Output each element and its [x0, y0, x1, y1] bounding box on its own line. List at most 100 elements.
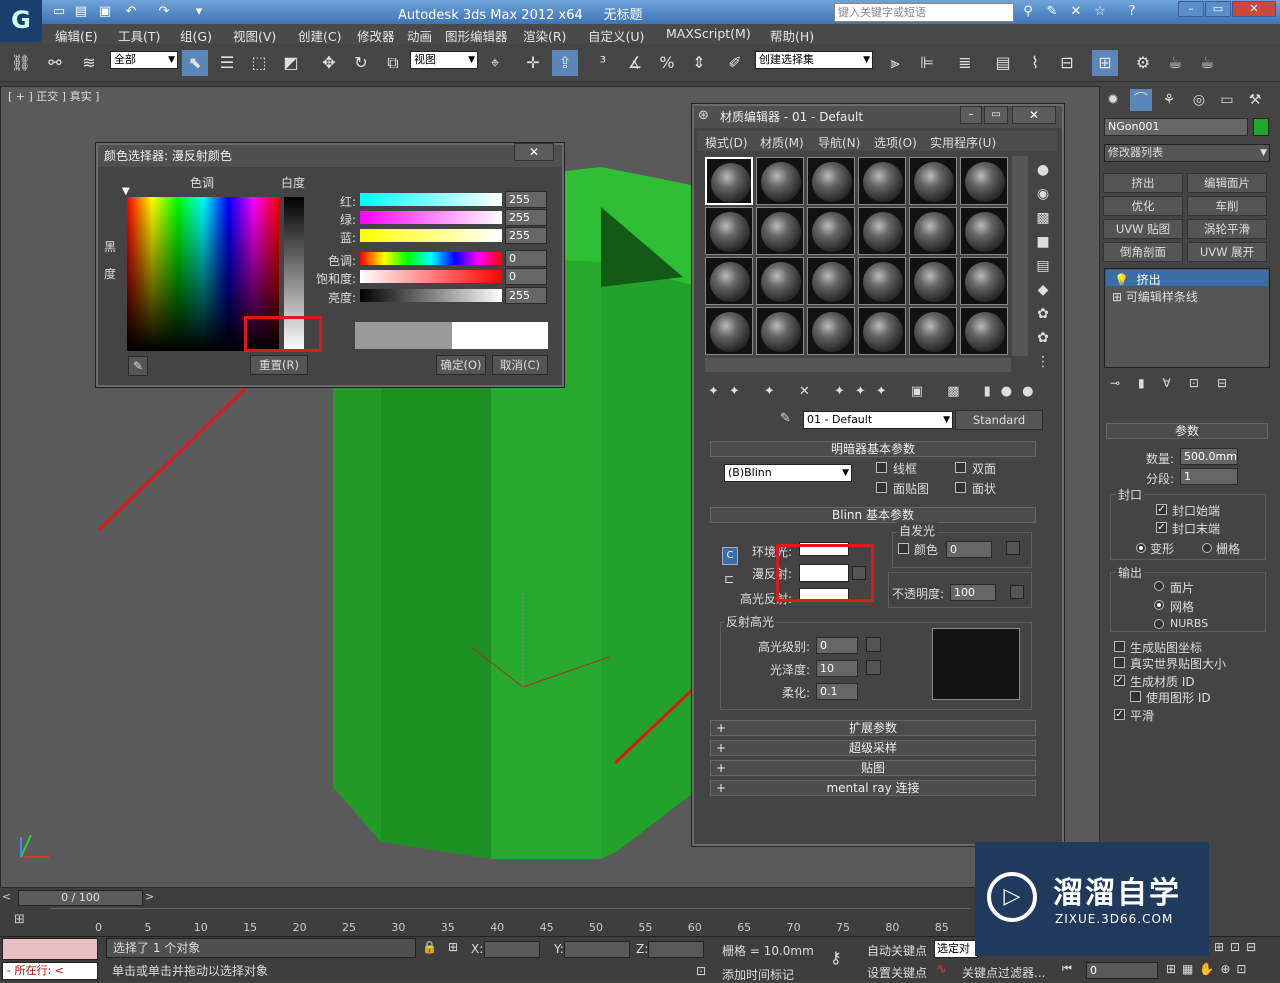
track-bar-toggle-icon[interactable]: ⊞: [14, 912, 34, 930]
menu-animation[interactable]: 动画: [407, 26, 432, 45]
binoculars-icon[interactable]: ⚲: [1018, 3, 1038, 21]
material-slot[interactable]: [807, 307, 855, 355]
shader-basic-rollout[interactable]: 明暗器基本参数: [710, 441, 1036, 457]
minimize-button[interactable]: –: [1178, 1, 1204, 17]
material-editor-icon[interactable]: ⊞: [1092, 50, 1118, 76]
reference-coord-dropdown[interactable]: 视图: [410, 51, 478, 69]
material-slot[interactable]: [807, 157, 855, 205]
menu-create[interactable]: 创建(C): [298, 26, 341, 45]
color-picker-close-button[interactable]: ✕: [514, 143, 554, 161]
material-slot[interactable]: [756, 257, 804, 305]
lock-ambient-diffuse-icon[interactable]: C: [722, 547, 738, 565]
material-slot[interactable]: [705, 257, 753, 305]
auto-key-button[interactable]: 自动关键点: [867, 942, 927, 959]
percent-snap-icon[interactable]: %: [654, 50, 680, 76]
selection-lock-icon[interactable]: 🔒: [422, 940, 437, 954]
z-field[interactable]: [648, 941, 704, 958]
mod-btn-uvw-map[interactable]: UVW 贴图: [1103, 219, 1183, 239]
curve-editor-icon[interactable]: ⌇: [1022, 50, 1048, 76]
named-selection-dropdown[interactable]: 创建选择集: [755, 51, 873, 69]
material-slot[interactable]: [858, 307, 906, 355]
spec-level-map-button[interactable]: [866, 637, 881, 652]
mod-btn-extrude[interactable]: 挤出: [1103, 173, 1183, 193]
time-next-icon[interactable]: >: [145, 890, 159, 906]
spinner-snap-icon[interactable]: ⇕: [686, 50, 712, 76]
opacity-map-button[interactable]: [1010, 585, 1024, 599]
selection-filter-dropdown[interactable]: 全部: [110, 51, 178, 69]
grid-radio[interactable]: [1202, 543, 1212, 553]
x-field[interactable]: [484, 941, 540, 958]
mat-menu-utilities[interactable]: 实用程序(U): [930, 134, 996, 151]
material-slot[interactable]: [807, 207, 855, 255]
morph-radio[interactable]: [1136, 543, 1146, 553]
material-name-dropdown[interactable]: 01 - Default: [803, 411, 953, 429]
create-tab-icon[interactable]: ✹: [1102, 89, 1124, 111]
use-shape-id-checkbox[interactable]: [1130, 691, 1141, 702]
search-input[interactable]: 键入关键字或短语: [834, 3, 1014, 22]
subscription-icon[interactable]: ✎: [1042, 3, 1062, 21]
material-slot[interactable]: [705, 307, 753, 355]
viewport-nav-icons-top[interactable]: ⊞⊡⊟: [1214, 940, 1278, 954]
display-tab-icon[interactable]: ▭: [1216, 89, 1238, 111]
mod-btn-turbosmooth[interactable]: 涡轮平滑: [1187, 219, 1267, 239]
bind-spacewarp-icon[interactable]: ≋: [76, 50, 102, 76]
mat-maximize-button[interactable]: ▭: [984, 106, 1008, 124]
menu-graph-editors[interactable]: 图形编辑器: [445, 26, 508, 45]
slots-vscroll[interactable]: [1012, 156, 1028, 356]
gen-matid-checkbox[interactable]: ✓: [1114, 675, 1125, 686]
utilities-tab-icon[interactable]: ⚒: [1244, 89, 1266, 111]
blinn-basic-rollout[interactable]: Blinn 基本参数: [710, 507, 1036, 523]
mod-btn-lathe[interactable]: 车削: [1187, 196, 1267, 216]
amount-field[interactable]: 500.0mm: [1180, 448, 1238, 465]
stack-item-spline[interactable]: ⊞ 可编辑样条线: [1112, 288, 1198, 305]
self-illum-value[interactable]: 0: [946, 541, 992, 558]
mat-menu-options[interactable]: 选项(O): [874, 134, 917, 151]
add-time-tag[interactable]: 添加时间标记: [722, 966, 794, 983]
saturation-slider[interactable]: [360, 270, 502, 283]
material-type-button[interactable]: Standard: [955, 410, 1043, 430]
cap-start-checkbox[interactable]: ✓: [1156, 504, 1167, 515]
menu-help[interactable]: 帮助(H): [770, 26, 814, 45]
green-value[interactable]: 255: [505, 209, 547, 226]
faceted-checkbox[interactable]: [955, 482, 966, 493]
material-slot[interactable]: [960, 157, 1008, 205]
save-file-icon[interactable]: ▣: [96, 3, 114, 21]
gen-map-coords-checkbox[interactable]: [1114, 641, 1125, 652]
menu-tools[interactable]: 工具(T): [118, 26, 160, 45]
rendered-frame-icon[interactable]: ☕: [1162, 50, 1188, 76]
maxscript-line[interactable]: - 所在行: <: [2, 962, 98, 980]
material-slot[interactable]: [909, 207, 957, 255]
hue-slider[interactable]: [360, 252, 502, 265]
scale-icon[interactable]: ⧉: [380, 50, 406, 76]
material-slot[interactable]: [858, 257, 906, 305]
menu-customize[interactable]: 自定义(U): [588, 26, 644, 45]
material-slot[interactable]: [705, 157, 753, 205]
key-filters-button[interactable]: 关键点过滤器...: [962, 964, 1045, 981]
material-slot[interactable]: [960, 257, 1008, 305]
select-object-icon[interactable]: ⬉: [182, 50, 208, 76]
segments-field[interactable]: 1: [1180, 468, 1238, 485]
current-frame-field[interactable]: 0: [1086, 962, 1158, 979]
two-sided-checkbox[interactable]: [955, 462, 966, 473]
patch-radio[interactable]: [1154, 581, 1164, 591]
goto-start-icon[interactable]: ⏮: [1062, 962, 1072, 976]
hue-value[interactable]: 0: [505, 250, 547, 267]
timeline-ruler[interactable]: 051015202530354045505560657075808590: [50, 908, 998, 934]
mod-btn-edit-patch[interactable]: 编辑面片: [1187, 173, 1267, 193]
maximize-button[interactable]: ▭: [1205, 1, 1231, 17]
rotate-icon[interactable]: ↻: [348, 50, 374, 76]
rect-selection-icon[interactable]: ⬚: [246, 50, 272, 76]
modifier-list-dropdown[interactable]: 修改器列表: [1104, 144, 1270, 162]
hierarchy-tab-icon[interactable]: ⚘: [1158, 89, 1180, 111]
help-icon[interactable]: ?: [1122, 3, 1142, 21]
snap-3-icon[interactable]: ³: [590, 50, 616, 76]
object-color-swatch[interactable]: [1253, 118, 1269, 136]
favorites-icon[interactable]: ☆: [1090, 3, 1110, 21]
modify-tab-icon[interactable]: ⌒: [1130, 89, 1152, 111]
hue-marker-icon[interactable]: ▼: [122, 186, 130, 197]
schematic-view-icon[interactable]: ⊟: [1054, 50, 1080, 76]
opacity-value[interactable]: 100: [950, 584, 996, 601]
saturation-value[interactable]: 0: [505, 268, 547, 285]
shader-type-dropdown[interactable]: (B)Blinn: [724, 464, 852, 482]
mat-close-button[interactable]: ✕: [1012, 106, 1056, 124]
